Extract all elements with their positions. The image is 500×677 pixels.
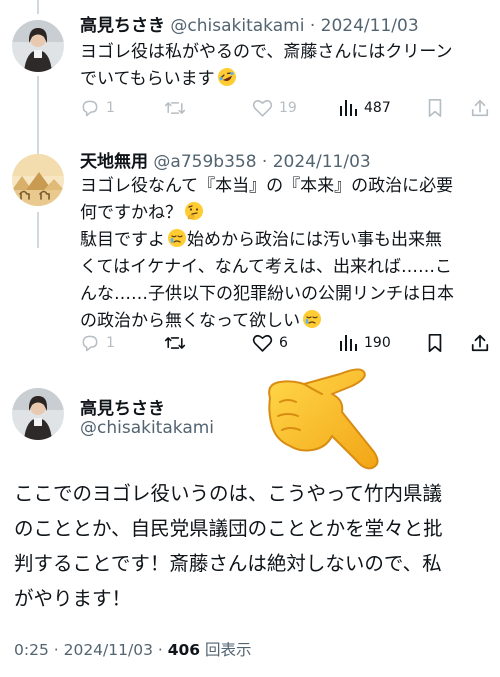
- display-name[interactable]: 高見ちさき: [80, 394, 165, 419]
- view-count: 487: [364, 100, 391, 116]
- reply-tweet-2[interactable]: 天地無用 @a759b358 · 2024/11/03 ヨゴレ役なんて『本当』の…: [0, 150, 500, 360]
- view-count: 406: [167, 641, 201, 659]
- crying-emoji: [167, 228, 187, 248]
- reply-icon: [82, 335, 98, 352]
- display-name[interactable]: 天地無用: [80, 152, 148, 172]
- thinking-emoji: [184, 201, 204, 221]
- text-line: 何ですかね？: [80, 200, 492, 227]
- bookmark-button[interactable]: [426, 98, 444, 118]
- avatar[interactable]: [12, 388, 64, 440]
- share-icon: [471, 334, 489, 352]
- views-label: 回表示: [205, 641, 252, 659]
- thread-line: [37, 0, 39, 14]
- retweet-icon: [164, 337, 186, 349]
- reply-tweet-1[interactable]: 高見ちさき @chisakitakami · 2024/11/03 ヨゴレ役は私…: [0, 14, 500, 142]
- text-line: ここでのヨゴレ役いうのは、こうやって竹内県議: [14, 482, 443, 505]
- display-name[interactable]: 高見ちさき: [80, 16, 165, 36]
- reply-button[interactable]: 1: [80, 333, 115, 353]
- retweet-button[interactable]: [164, 98, 186, 118]
- reply-actions: 1 6 190: [80, 333, 492, 357]
- text-line: ヨゴレ役は私がやるので、斎藤さんにはクリーン: [80, 42, 453, 62]
- reply-count: 1: [106, 100, 115, 116]
- text-line: くてはイケナイ、なんて考えは、出来れば……こ: [80, 257, 452, 277]
- like-icon: [252, 99, 273, 117]
- text-line: がやります！: [14, 587, 132, 610]
- text-line: 判することです！斎藤さんは絶対しないので、私: [14, 552, 442, 575]
- rofl-emoji: [217, 67, 237, 87]
- text-line: 駄目ですよ 始めから政治には汚い事も出来無: [80, 228, 442, 250]
- like-button[interactable]: 6: [252, 333, 288, 353]
- post-date[interactable]: 2024/11/03: [64, 641, 153, 659]
- text-line: ヨゴレ役なんて『本当』の『本来』の政治に必要: [80, 176, 454, 196]
- like-icon: [252, 334, 273, 352]
- views-icon: [340, 100, 357, 116]
- post-time[interactable]: 0:25: [14, 641, 49, 659]
- share-icon: [471, 99, 489, 117]
- text-line: んな……子供以下の犯罪紛いの公開リンチは日本: [80, 284, 454, 304]
- share-button[interactable]: [470, 98, 490, 118]
- avatar[interactable]: [12, 154, 64, 206]
- bookmark-icon: [428, 333, 442, 353]
- reply-text: ヨゴレ役なんて『本当』の『本来』の政治に必要 何ですかね？ 駄目ですよ 始めから…: [80, 173, 492, 335]
- avatar[interactable]: [12, 20, 64, 72]
- like-count: 19: [279, 100, 297, 116]
- user-handle[interactable]: @chisakitakami: [80, 418, 214, 438]
- retweet-icon: [164, 102, 186, 114]
- pointing-hand-emoji: [256, 356, 388, 478]
- crying-emoji: [302, 309, 322, 329]
- reply-text: ヨゴレ役は私がやるので、斎藤さんにはクリーン でいてもらいます: [80, 39, 492, 93]
- user-handle[interactable]: @chisakitakami: [170, 16, 304, 36]
- reply-header: 天地無用 @a759b358 · 2024/11/03: [80, 152, 371, 172]
- reply-button[interactable]: 1: [80, 98, 115, 118]
- views-icon: [340, 335, 357, 351]
- text-line: でいてもらいます: [80, 66, 492, 93]
- like-button[interactable]: 19: [252, 98, 297, 118]
- post-date[interactable]: 2024/11/03: [273, 152, 371, 172]
- views-button[interactable]: 190: [338, 333, 391, 353]
- text-line: のこととか、自民党県議団のこととかを堂々と批: [14, 517, 443, 540]
- bookmark-icon: [428, 99, 442, 117]
- tweet-meta: 0:25 · 2024/11/03 · 406 回表示: [14, 641, 252, 659]
- post-date[interactable]: 2024/11/03: [321, 16, 419, 36]
- views-button[interactable]: 487: [338, 98, 391, 118]
- user-handle[interactable]: @a759b358: [153, 152, 256, 172]
- main-tweet-text: ここでのヨゴレ役いうのは、こうやって竹内県議 のこととか、自民党県議団のこととか…: [14, 476, 490, 616]
- bookmark-button[interactable]: [426, 333, 444, 353]
- retweet-button[interactable]: [164, 333, 186, 353]
- reply-header: 高見ちさき @chisakitakami · 2024/11/03: [80, 16, 419, 36]
- reply-actions: 1 19 487: [80, 98, 492, 122]
- like-count: 6: [279, 335, 288, 351]
- view-count: 190: [364, 335, 391, 351]
- share-button[interactable]: [470, 333, 490, 353]
- text-line: の政治から無くなって欲しい: [80, 308, 492, 335]
- reply-icon: [82, 100, 98, 117]
- reply-count: 1: [106, 335, 115, 351]
